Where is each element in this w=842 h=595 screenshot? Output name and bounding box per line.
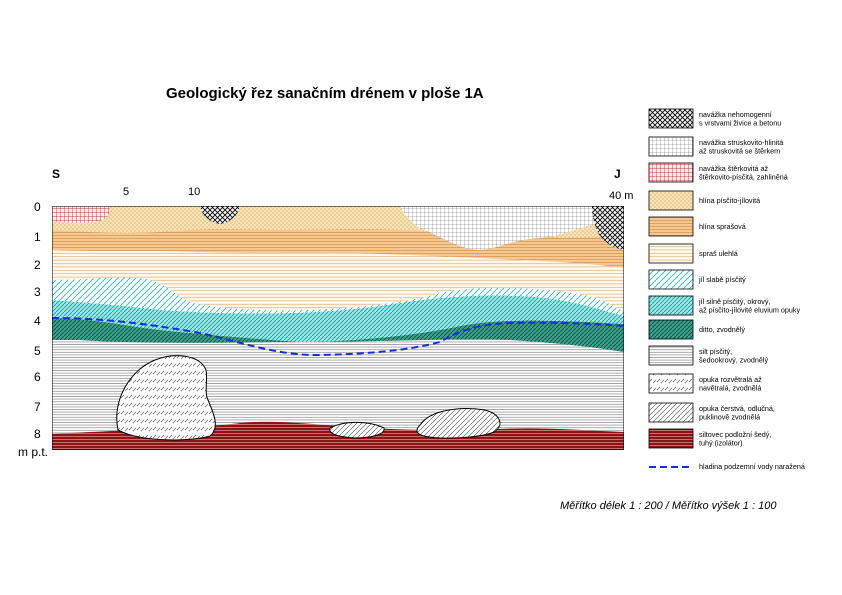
depth-tick-4: 4: [34, 314, 41, 328]
depth-tick-3: 3: [34, 285, 41, 299]
legend-label-crosshatch: navážka nehomogenní s vrstvami živice a b…: [699, 110, 781, 128]
direction-right-label: J: [614, 167, 621, 181]
depth-tick-7: 7: [34, 400, 41, 414]
legend-swatch-grid: [648, 136, 694, 157]
diagram-title: Geologický řez sanačním drénem v ploše 1…: [166, 85, 484, 102]
depth-tick-0: 0: [34, 200, 41, 214]
legend-label-hlina: hlína sprašová: [699, 222, 746, 231]
depth-tick-2: 2: [34, 258, 41, 272]
legend-swatch-opuka2: [648, 402, 694, 423]
legend-label-opuka1: opuka rozvětralá až navětralá, zvodnělá: [699, 375, 762, 393]
section-layers: [52, 206, 624, 450]
depth-unit-label: m p.t.: [18, 445, 48, 459]
legend-label-spras: spraš ulehlá: [699, 249, 738, 258]
legend: navážka nehomogenní s vrstvami živice a b…: [648, 108, 805, 471]
legend-swatch-silt: [648, 345, 694, 366]
legend-swatch-spras: [648, 243, 694, 264]
boulder-opuka-small: [329, 421, 385, 439]
legend-swatch-hlina: [648, 216, 694, 237]
legend-label-silt: silt písčitý, šedookrový, zvodnělý: [699, 347, 769, 365]
legend-swatch-ditto: [648, 319, 694, 340]
scale-note: Měřítko délek 1 : 200 / Měřítko výšek 1 …: [560, 500, 777, 512]
legend-label-grid: navážka struskovito-hlinitá až struskovit…: [699, 138, 783, 156]
legend-swatch-crosshatch: [648, 108, 694, 129]
legend-label-jil1: jíl slabě písčitý: [698, 275, 746, 284]
depth-tick-1: 1: [34, 230, 41, 244]
legend-label-ditto: ditto, zvodnělý: [699, 325, 745, 334]
distance-tick-40: 40 m: [609, 190, 633, 202]
depth-tick-6: 6: [34, 370, 41, 384]
depth-tick-8: 8: [34, 427, 41, 441]
legend-label-dots: hlína písčito-jílovitá: [699, 196, 760, 205]
legend-label-water: hladina podzemní vody naražená: [699, 462, 805, 471]
depth-tick-5: 5: [34, 344, 41, 358]
legend-swatch-jil1: [648, 269, 694, 290]
legend-label-opuka2: opuka čerstvá, odlučná, puklinově zvodněl…: [699, 404, 775, 422]
legend-swatch-redgrid: [648, 162, 694, 183]
depth-axis: 0 1 2 3 4 5 6 7 8 m p.t.: [18, 200, 48, 459]
direction-left-label: S: [52, 167, 60, 181]
legend-swatch-jil2: [648, 295, 694, 316]
distance-tick-10: 10: [188, 186, 200, 198]
legend-swatch-opuka1: [648, 373, 694, 394]
legend-swatch-siltstone: [648, 428, 694, 449]
geological-section-diagram: Geologický řez sanačním drénem v ploše 1…: [18, 85, 805, 512]
legend-label-redgrid: navážka štěrkovitá až štěrkovito-písčitá,…: [699, 164, 788, 182]
distance-tick-5: 5: [123, 186, 129, 198]
legend-swatch-dots: [648, 190, 694, 211]
legend-label-siltstone: siltovec podložní šedý, tuhý (izolátor): [699, 430, 771, 448]
legend-label-jil2: jíl silně písčitý, okrový, až písčito-jíl…: [698, 297, 800, 315]
